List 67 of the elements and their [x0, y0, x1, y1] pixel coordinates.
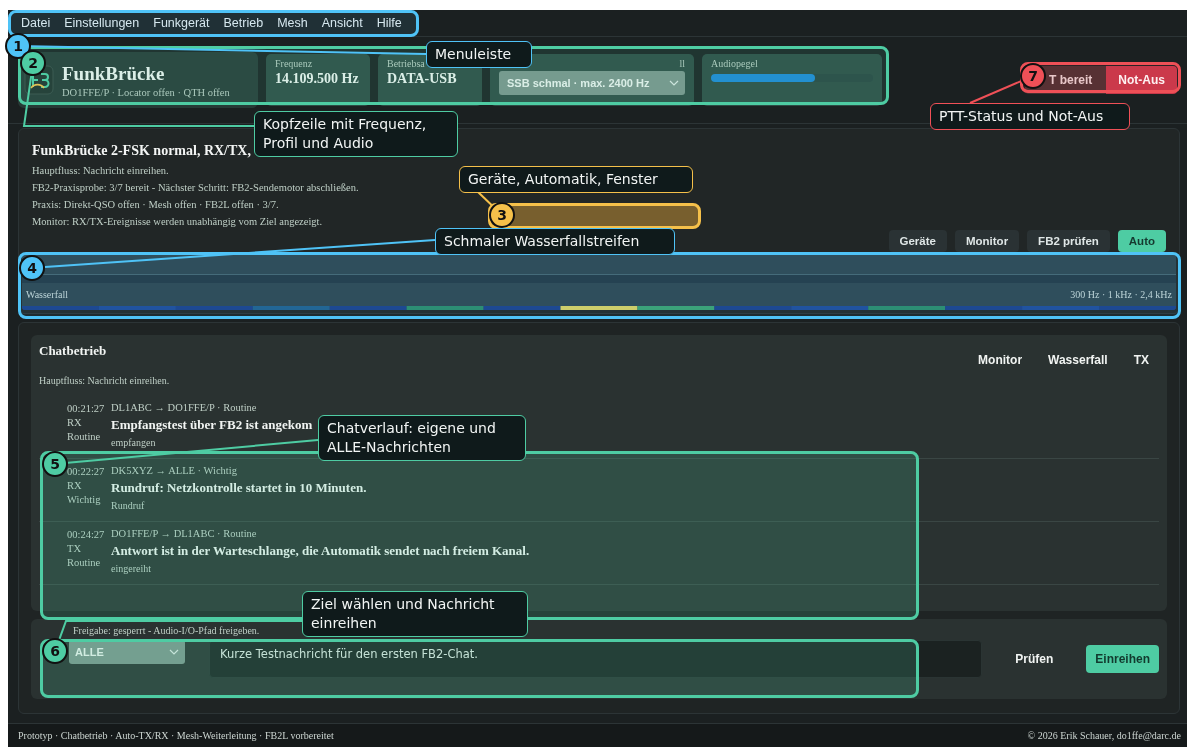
message-direction: TX: [67, 542, 82, 556]
check-button[interactable]: Prüfen: [1006, 645, 1063, 673]
field-value: DATA-USB: [387, 71, 458, 87]
field-label: Frequenz: [275, 58, 314, 69]
status-line: Monitor: RX/TX-Ereignisse werden unabhängig vom Ziel angezeigt.: [32, 215, 323, 229]
toggle-button[interactable]: FB2 prüfen: [1027, 230, 1110, 252]
field-label: Betriebsa: [387, 58, 426, 69]
chat-title: Chatbetrieb: [39, 343, 107, 359]
view-tab[interactable]: Monitor: [978, 353, 1023, 367]
field-label: ll: [679, 58, 685, 69]
message-time: 00:22:27: [67, 465, 106, 479]
callout-label: Ziel wählen und Nachricht einreihen: [302, 591, 528, 637]
message-status: Rundruf: [111, 500, 146, 511]
menu-item[interactable]: Einstellungen: [57, 16, 147, 30]
callout-label: Geräte, Automatik, Fenster: [459, 166, 693, 193]
message-route: DL1ABC → DO1FFE/P · Routine: [111, 402, 258, 413]
menu-item[interactable]: Datei: [14, 16, 58, 30]
toggle-button[interactable]: Auto: [1117, 230, 1166, 252]
callout-label: PTT-Status und Not-Aus: [930, 103, 1130, 130]
message-field[interactable]: Kurze Testnachricht für den ersten FB2-Chat.: [209, 640, 983, 678]
message-priority: Routine: [67, 556, 102, 570]
field-label: Audiopegel: [711, 58, 759, 69]
message-status: empfangen: [111, 437, 157, 448]
app-title: FunkBrücke: [62, 62, 166, 85]
emergency-stop-button[interactable]: Not-Aus: [1106, 66, 1177, 94]
message-time: 00:21:27: [67, 402, 106, 416]
message-priority: Routine: [67, 430, 102, 444]
message-direction: RX: [67, 479, 83, 493]
menu-item[interactable]: Ansicht: [314, 16, 370, 30]
enqueue-button[interactable]: Einreihen: [1086, 645, 1159, 673]
leader-line: [477, 191, 494, 207]
status-line: FB2-Praxisprobe: 3/7 bereit - Nächster Schritt: FB2-Sendemotor abschließen.: [32, 181, 359, 195]
callout-label: Kopfzeile mit Frequenz, Profil und Audio: [254, 111, 458, 157]
message-status: eingereiht: [111, 563, 152, 574]
menu-item[interactable]: Hilfe: [369, 16, 409, 30]
status-line: Praxis: Direkt-QSO offen · Mesh offen · FB2L offen · 3/7.: [32, 198, 279, 212]
callout-label: Schmaler Wasserfallstreifen: [435, 228, 675, 255]
chat-hint: Hauptfluss: Nachricht einreihen.: [39, 375, 171, 386]
footer-text: Prototyp · Chatbetrieb · Auto-TX/RX · Mesh-Weiterleitung · FB2L vorbereitet: [18, 730, 334, 741]
message-text: Antwort ist in der Warteschlange, die Automatik sendet nach freiem Kanal.: [111, 543, 530, 559]
message-text: Empfangstest über FB2 ist angekom: [111, 417, 313, 433]
leader-line: [969, 80, 1023, 104]
message-direction: RX: [67, 416, 83, 430]
view-tab[interactable]: TX: [1133, 353, 1149, 367]
status-line: Hauptfluss: Nachricht einreihen.: [32, 164, 169, 178]
menu-item[interactable]: Funkgerät: [146, 16, 217, 30]
callout-label: Chatverlauf: eigene und ALLE-Nachrichten: [318, 415, 526, 461]
menu-item[interactable]: Betrieb: [216, 16, 271, 30]
copyright-text: © 2026 Erik Schauer, do1ffe@darc.de: [1027, 730, 1181, 741]
panel-title: FunkBrücke 2-FSK normal, RX/TX,: [31, 143, 252, 159]
chevron-down-icon: [669, 80, 679, 86]
toggle-button[interactable]: Geräte: [888, 230, 947, 252]
field-value: 14.109.500 Hz: [275, 71, 360, 87]
waterfall-label: Wasserfall: [26, 289, 68, 300]
callout-label: Menuleiste: [426, 41, 532, 68]
station-info: DO1FFE/P · Locator offen · QTH offen: [62, 86, 230, 98]
message-time: 00:24:27: [67, 528, 106, 542]
release-notice: Freigabe: gesperrt - Audio-I/O-Pfad freigeben.: [73, 625, 260, 636]
chevron-down-icon: [169, 649, 179, 655]
message-route: DK5XYZ → ALLE · Wichtig: [111, 465, 238, 476]
message-priority: Wichtig: [67, 493, 102, 507]
view-tab[interactable]: Wasserfall: [1048, 353, 1108, 367]
frequency-scale: 300 Hz · 1 kHz · 2,4 kHz: [1070, 289, 1172, 300]
toggle-button[interactable]: Monitor: [954, 230, 1020, 252]
message-text: Rundruf: Netzkontrolle startet in 10 Minuten.: [111, 480, 367, 496]
menu-item[interactable]: Mesh: [270, 16, 315, 30]
message-route: DO1FFE/P → DL1ABC · Routine: [111, 528, 258, 539]
